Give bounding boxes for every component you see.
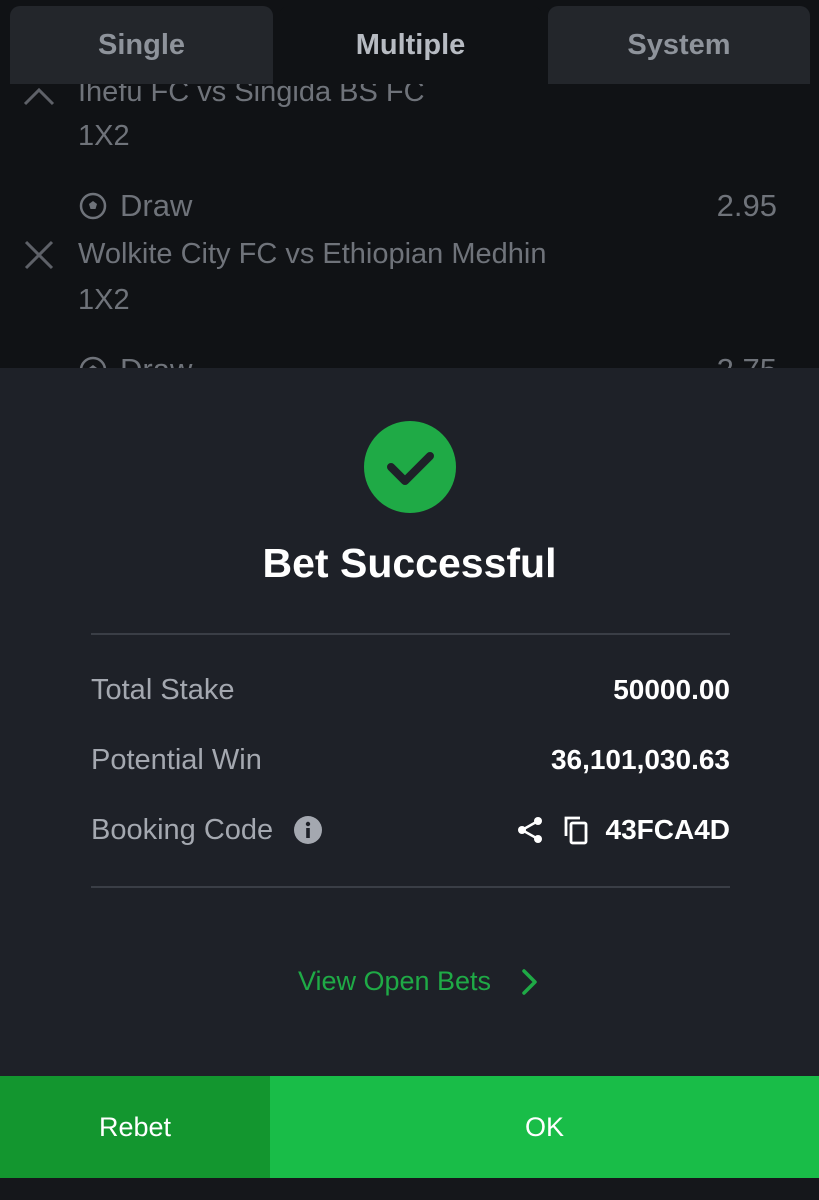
bet-odds: 2.95 bbox=[716, 188, 777, 223]
divider bbox=[91, 633, 730, 635]
bottom-bar bbox=[0, 1178, 819, 1200]
total-stake-label: Total Stake bbox=[91, 673, 235, 706]
tab-multiple[interactable]: Multiple bbox=[279, 6, 542, 84]
booking-code-label: Booking Code bbox=[91, 813, 274, 846]
booking-code-group: 43FCA4D bbox=[514, 814, 730, 846]
ok-button[interactable]: OK bbox=[270, 1076, 819, 1178]
potential-win-label: Potential Win bbox=[91, 743, 262, 776]
tab-system[interactable]: System bbox=[548, 6, 810, 84]
chevron-right-icon bbox=[522, 968, 537, 995]
total-stake-value: 50000.00 bbox=[613, 674, 730, 705]
bet-odds: 2.75 bbox=[717, 352, 777, 368]
copy-icon[interactable] bbox=[560, 814, 592, 846]
soccer-ball-icon bbox=[79, 192, 107, 220]
close-icon[interactable] bbox=[22, 238, 56, 272]
bet-match: Ihefu FC vs Singida BS FC bbox=[78, 84, 425, 108]
view-open-bets-label: View Open Bets bbox=[297, 966, 492, 996]
bet-selection: Draw bbox=[78, 352, 192, 368]
check-circle-icon bbox=[364, 421, 456, 513]
tab-single[interactable]: Single bbox=[10, 6, 273, 84]
total-stake-row: Total Stake 50000.00 bbox=[91, 670, 730, 710]
divider bbox=[91, 886, 730, 888]
bet-market: 1X2 bbox=[78, 284, 130, 316]
rebet-button[interactable]: Rebet bbox=[0, 1076, 270, 1178]
dialog-title: Bet Successful bbox=[262, 540, 557, 586]
booking-code-value[interactable]: 43FCA4D bbox=[606, 814, 730, 846]
selection-label: Draw bbox=[120, 352, 192, 368]
booking-code-label-group: Booking Code bbox=[91, 814, 323, 847]
bet-success-dialog: Bet Successful Total Stake 50000.00 Pote… bbox=[0, 368, 819, 1076]
booking-code-row: Booking Code 43FCA4D bbox=[91, 810, 730, 850]
potential-win-value: 36,101,030.63 bbox=[550, 744, 730, 775]
bet-match: Wolkite City FC vs Ethiopian Medhin bbox=[78, 238, 547, 270]
bet-market: 1X2 bbox=[78, 120, 130, 152]
info-icon[interactable] bbox=[293, 815, 323, 845]
soccer-ball-icon bbox=[79, 356, 107, 368]
betslip-list: Ihefu FC vs Singida BS FC 1X2 Draw 2.95 … bbox=[0, 84, 819, 368]
selection-label: Draw bbox=[120, 188, 193, 223]
view-open-bets-link[interactable]: View Open Bets bbox=[0, 966, 819, 997]
bet-selection: Draw bbox=[78, 188, 192, 224]
bet-type-tabs: Single Multiple System bbox=[0, 0, 819, 84]
share-icon[interactable] bbox=[514, 814, 546, 846]
chevron-up-icon[interactable] bbox=[22, 84, 56, 112]
potential-win-row: Potential Win 36,101,030.63 bbox=[91, 740, 730, 780]
